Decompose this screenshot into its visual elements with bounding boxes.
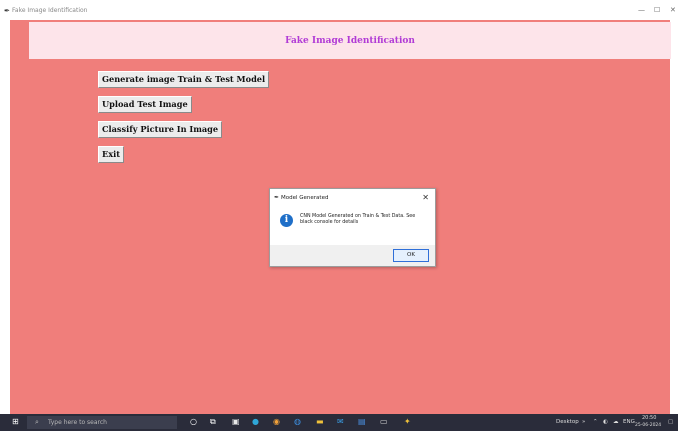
window-title-bar: ✒ Fake Image Identification — ☐ ✕ — [0, 0, 678, 20]
cortana-icon[interactable]: ○ — [190, 417, 197, 427]
show-desktop-chevron-icon[interactable]: » — [582, 419, 585, 425]
app-feather-icon: ✒ — [4, 7, 10, 15]
classify-picture-button[interactable]: Classify Picture In Image — [98, 121, 223, 138]
taskbar: ⊞ ⌕ Type here to search ○ ⧉ ▣ ● ◉ ◍ ▬ ✉ … — [0, 414, 678, 431]
chrome-icon[interactable]: ◉ — [273, 417, 280, 427]
search-placeholder: Type here to search — [48, 419, 107, 426]
clock-time[interactable]: 20:50 — [642, 415, 656, 421]
store-icon[interactable]: ▣ — [232, 417, 240, 427]
windows-start-icon[interactable]: ⊞ — [12, 417, 19, 426]
terminal-icon[interactable]: ▭ — [380, 417, 388, 427]
info-icon: i — [280, 214, 293, 227]
mail-icon[interactable]: ✉ — [337, 417, 344, 427]
file-explorer-icon[interactable]: ▬ — [316, 417, 324, 427]
generate-model-button[interactable]: Generate image Train & Test Model — [98, 71, 270, 88]
notification-icon[interactable]: ▢ — [668, 419, 673, 425]
edge-icon[interactable]: ● — [252, 417, 259, 427]
dialog-title: Model Generated — [281, 195, 329, 201]
hidden-icons-chevron-icon[interactable]: ⌃ — [593, 419, 598, 425]
desktop-label[interactable]: Desktop — [556, 419, 579, 425]
upload-test-image-button[interactable]: Upload Test Image — [98, 96, 192, 113]
python-icon[interactable]: ✦ — [404, 417, 411, 427]
task-view-icon[interactable]: ⧉ — [210, 417, 216, 427]
dialog-footer: OK — [270, 245, 435, 266]
ok-button[interactable]: OK — [393, 249, 429, 262]
close-icon[interactable]: ✕ — [670, 6, 676, 14]
dialog-message: CNN Model Generated on Train & Test Data… — [300, 214, 416, 225]
minimize-icon[interactable]: — — [638, 6, 645, 14]
dialog-close-icon[interactable]: ✕ — [422, 193, 429, 202]
network-icon[interactable]: ◐ — [603, 419, 608, 425]
maximize-icon[interactable]: ☐ — [654, 6, 660, 14]
dialog-feather-icon: ✒ — [274, 194, 280, 201]
window-title: Fake Image Identification — [12, 7, 88, 14]
header-banner: Fake Image Identification — [29, 22, 671, 59]
page-title: Fake Image Identification — [285, 36, 415, 46]
language-indicator[interactable]: ENG — [623, 419, 635, 425]
taskbar-search-box[interactable]: ⌕ Type here to search — [27, 416, 177, 429]
word-icon[interactable]: ▤ — [358, 417, 366, 427]
clock-date[interactable]: 25-06-2024 — [635, 423, 661, 428]
exit-button[interactable]: Exit — [98, 146, 125, 163]
search-icon: ⌕ — [35, 418, 39, 426]
model-generated-dialog: ✒ Model Generated ✕ i CNN Model Generate… — [269, 188, 436, 267]
teams-icon[interactable]: ◍ — [294, 417, 301, 427]
cloud-icon[interactable]: ☁ — [613, 419, 619, 425]
